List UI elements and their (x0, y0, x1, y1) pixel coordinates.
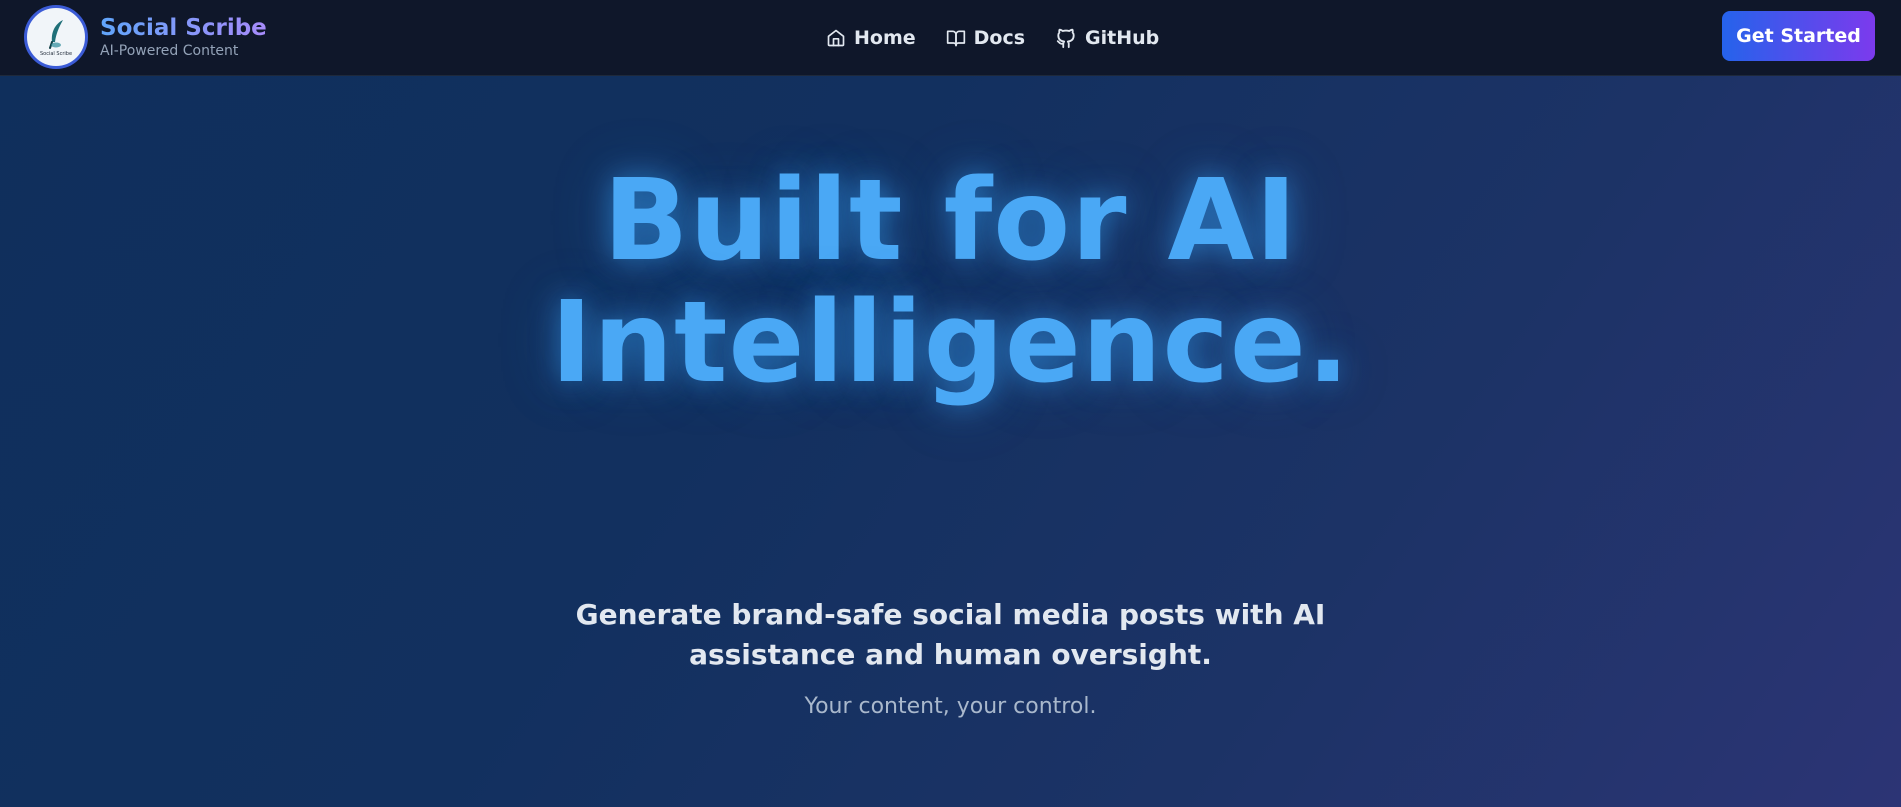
get-started-button[interactable]: Get Started (1722, 11, 1875, 61)
brand-title: Social Scribe (100, 15, 267, 41)
brand[interactable]: Social Scribe Social Scribe AI-Powered C… (24, 4, 267, 70)
feather-quill-icon (49, 19, 63, 49)
logo-text: Social Scribe (39, 50, 73, 57)
brand-logo: Social Scribe (24, 5, 88, 69)
top-navbar: Social Scribe Social Scribe AI-Powered C… (0, 0, 1901, 76)
hero-title: Built for AI Intelligence. (0, 160, 1901, 404)
book-open-icon (946, 30, 965, 47)
nav-docs-label: Docs (973, 27, 1026, 49)
hero-tagline: Your content, your control. (804, 694, 1097, 719)
hero-description: Generate brand-safe social media posts w… (575, 598, 1326, 671)
brand-text: Social Scribe AI-Powered Content (100, 14, 267, 60)
brand-subtitle: AI-Powered Content (100, 43, 239, 59)
nav-github-link[interactable]: GitHub (1055, 27, 1159, 49)
nav-home-label: Home (854, 27, 916, 49)
hero-title-line2: Intelligence. (550, 278, 1351, 408)
nav-github-label: GitHub (1085, 27, 1160, 49)
hero-title-line1: Built for AI (603, 156, 1298, 286)
home-icon (827, 29, 845, 47)
landing-page: Social Scribe Social Scribe AI-Powered C… (0, 0, 1901, 807)
github-icon (1056, 28, 1075, 49)
nav-home-link[interactable]: Home (826, 27, 916, 49)
nav-links: Home Docs GitHub (826, 22, 1159, 54)
nav-docs-link[interactable]: Docs (946, 27, 1025, 49)
